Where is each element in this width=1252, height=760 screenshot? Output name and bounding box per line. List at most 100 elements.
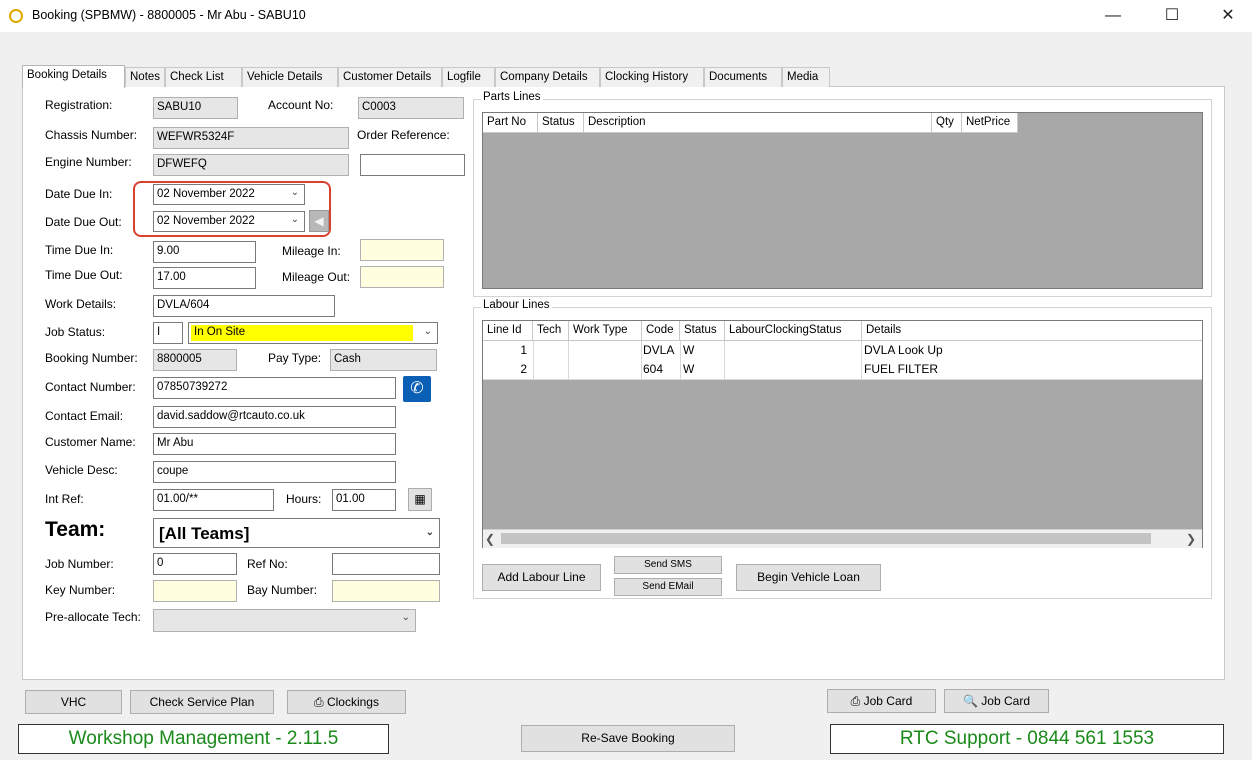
tab-notes[interactable]: Notes bbox=[125, 67, 165, 87]
ref-no-field[interactable] bbox=[332, 553, 440, 575]
mileage-in-field[interactable] bbox=[360, 239, 444, 261]
tab-documents[interactable]: Documents bbox=[704, 67, 782, 87]
contact-email-field[interactable]: david.saddow@rtcauto.co.uk bbox=[153, 406, 396, 428]
job-card-preview-button[interactable]: 🔍 Job Card bbox=[944, 689, 1049, 713]
send-sms-button[interactable]: Send SMS bbox=[614, 556, 722, 574]
chevron-down-icon[interactable]: ⌄ bbox=[291, 187, 299, 198]
preallocate-tech-label: Pre-allocate Tech: bbox=[45, 610, 141, 624]
int-ref-field[interactable]: 01.00/** bbox=[153, 489, 274, 511]
scroll-left-icon[interactable]: ❮ bbox=[485, 531, 499, 547]
parts-col-status[interactable]: Status bbox=[538, 113, 584, 133]
booking-number-field[interactable]: 8800005 bbox=[153, 349, 237, 371]
mileage-out-field[interactable] bbox=[360, 266, 444, 288]
labour-code: DVLA bbox=[643, 343, 675, 357]
parts-col-description[interactable]: Description bbox=[584, 113, 932, 133]
time-due-in-label: Time Due In: bbox=[45, 243, 114, 257]
chevron-down-icon[interactable]: ⌄ bbox=[424, 326, 432, 337]
pay-type-field[interactable]: Cash bbox=[330, 349, 437, 371]
tab-vehicle-details[interactable]: Vehicle Details bbox=[242, 67, 338, 87]
vehicle-desc-field[interactable]: coupe bbox=[153, 461, 396, 483]
parts-col-qty[interactable]: Qty bbox=[932, 113, 962, 133]
check-service-plan-button[interactable]: Check Service Plan bbox=[130, 690, 274, 714]
hours-field[interactable]: 01.00 bbox=[332, 489, 396, 511]
phone-icon[interactable]: ✆ bbox=[403, 376, 431, 402]
tab-customer-details[interactable]: Customer Details bbox=[338, 67, 442, 87]
vehicle-desc-label: Vehicle Desc: bbox=[45, 463, 118, 477]
team-select[interactable]: [All Teams] ⌄ bbox=[153, 518, 440, 548]
labour-col-clocking-status[interactable]: LabourClockingStatus bbox=[725, 321, 862, 341]
tab-booking-details[interactable]: Booking Details bbox=[22, 65, 125, 88]
begin-vehicle-loan-button[interactable]: Begin Vehicle Loan bbox=[736, 564, 881, 591]
account-field[interactable]: C0003 bbox=[358, 97, 464, 119]
parts-grid[interactable]: Part No Status Description Qty NetPrice bbox=[482, 112, 1203, 289]
maximize-icon[interactable]: ☐ bbox=[1157, 4, 1187, 28]
labour-grid[interactable]: Line Id Tech Work Type Code Status Labou… bbox=[482, 320, 1203, 548]
parts-col-netprice[interactable]: NetPrice bbox=[962, 113, 1018, 133]
engine-field[interactable]: DFWEFQ bbox=[153, 154, 349, 176]
chevron-down-icon[interactable]: ⌄ bbox=[402, 612, 410, 623]
tab-logfile[interactable]: Logfile bbox=[442, 67, 495, 87]
tab-media[interactable]: Media bbox=[782, 67, 830, 87]
date-due-out-label: Date Due Out: bbox=[45, 215, 122, 229]
clockings-button[interactable]: ⎙ Clockings bbox=[287, 690, 406, 714]
vhc-button[interactable]: VHC bbox=[25, 690, 122, 714]
mileage-out-label: Mileage Out: bbox=[282, 270, 351, 284]
parts-col-part-no[interactable]: Part No bbox=[483, 113, 538, 133]
hours-label: Hours: bbox=[286, 492, 322, 506]
labour-line-id: 1 bbox=[520, 343, 527, 357]
job-number-field[interactable]: 0 bbox=[153, 553, 237, 575]
bay-number-field[interactable] bbox=[332, 580, 440, 602]
resave-booking-button[interactable]: Re-Save Booking bbox=[521, 725, 735, 752]
preview-icon: 🔍 bbox=[963, 694, 978, 708]
pay-type-label: Pay Type: bbox=[268, 351, 322, 365]
job-status-select[interactable]: In On Site ⌄ bbox=[188, 322, 438, 344]
scrollbar-thumb[interactable] bbox=[501, 533, 1151, 544]
labour-col-status[interactable]: Status bbox=[680, 321, 725, 341]
booking-number-label: Booking Number: bbox=[45, 351, 138, 365]
labour-col-line-id[interactable]: Line Id bbox=[483, 321, 533, 341]
table-row[interactable]: 1 DVLA W DVLA Look Up bbox=[483, 341, 1202, 361]
horizontal-scrollbar[interactable]: ❮ ❯ bbox=[483, 529, 1202, 548]
key-number-field[interactable] bbox=[153, 580, 237, 602]
time-due-out-field[interactable]: 17.00 bbox=[153, 267, 256, 289]
tab-clocking-history[interactable]: Clocking History bbox=[600, 67, 704, 87]
close-icon[interactable]: ✕ bbox=[1213, 4, 1243, 28]
labour-code: 604 bbox=[643, 362, 664, 376]
speaker-icon[interactable]: ◀ bbox=[309, 210, 329, 232]
job-status-value: In On Site bbox=[191, 325, 413, 341]
tab-company-details[interactable]: Company Details bbox=[495, 67, 600, 87]
job-card-print-button[interactable]: ⎙ Job Card bbox=[827, 689, 936, 713]
table-row[interactable]: 2 604 W FUEL FILTER bbox=[483, 360, 1202, 380]
date-due-out-picker[interactable]: 02 November 2022 ⌄ bbox=[153, 211, 305, 232]
chevron-down-icon[interactable]: ⌄ bbox=[291, 214, 299, 225]
labour-col-work-type[interactable]: Work Type bbox=[569, 321, 642, 341]
time-due-in-field[interactable]: 9.00 bbox=[153, 241, 256, 263]
date-due-in-picker[interactable]: 02 November 2022 ⌄ bbox=[153, 184, 305, 205]
labour-clocking-status bbox=[725, 360, 862, 379]
labour-clocking-status bbox=[725, 341, 862, 360]
labour-col-tech[interactable]: Tech bbox=[533, 321, 569, 341]
add-labour-line-button[interactable]: Add Labour Line bbox=[482, 564, 601, 591]
send-email-button[interactable]: Send EMail bbox=[614, 578, 722, 596]
chassis-field[interactable]: WEFWR5324F bbox=[153, 127, 349, 149]
minimize-icon[interactable]: — bbox=[1098, 4, 1128, 28]
scroll-right-icon[interactable]: ❯ bbox=[1186, 531, 1200, 547]
job-card-print-label: Job Card bbox=[863, 694, 913, 708]
calculator-icon[interactable]: ▦ bbox=[408, 488, 432, 511]
job-status-code-field[interactable]: I bbox=[153, 322, 183, 344]
registration-field[interactable]: SABU10 bbox=[153, 97, 238, 119]
ref-no-label: Ref No: bbox=[247, 557, 288, 571]
int-ref-label: Int Ref: bbox=[45, 492, 84, 506]
chevron-down-icon[interactable]: ⌄ bbox=[426, 527, 434, 538]
customer-name-field[interactable]: Mr Abu bbox=[153, 433, 396, 455]
contact-number-label: Contact Number: bbox=[45, 380, 136, 394]
labour-work-type bbox=[569, 341, 642, 360]
contact-number-field[interactable]: 07850739272 bbox=[153, 377, 396, 399]
job-status-label: Job Status: bbox=[45, 325, 106, 339]
tab-check-list[interactable]: Check List bbox=[165, 67, 242, 87]
order-reference-field[interactable] bbox=[360, 154, 465, 176]
preallocate-tech-select[interactable]: ⌄ bbox=[153, 609, 416, 632]
labour-col-details[interactable]: Details bbox=[862, 321, 1202, 341]
work-details-field[interactable]: DVLA/604 bbox=[153, 295, 335, 317]
labour-col-code[interactable]: Code bbox=[642, 321, 680, 341]
